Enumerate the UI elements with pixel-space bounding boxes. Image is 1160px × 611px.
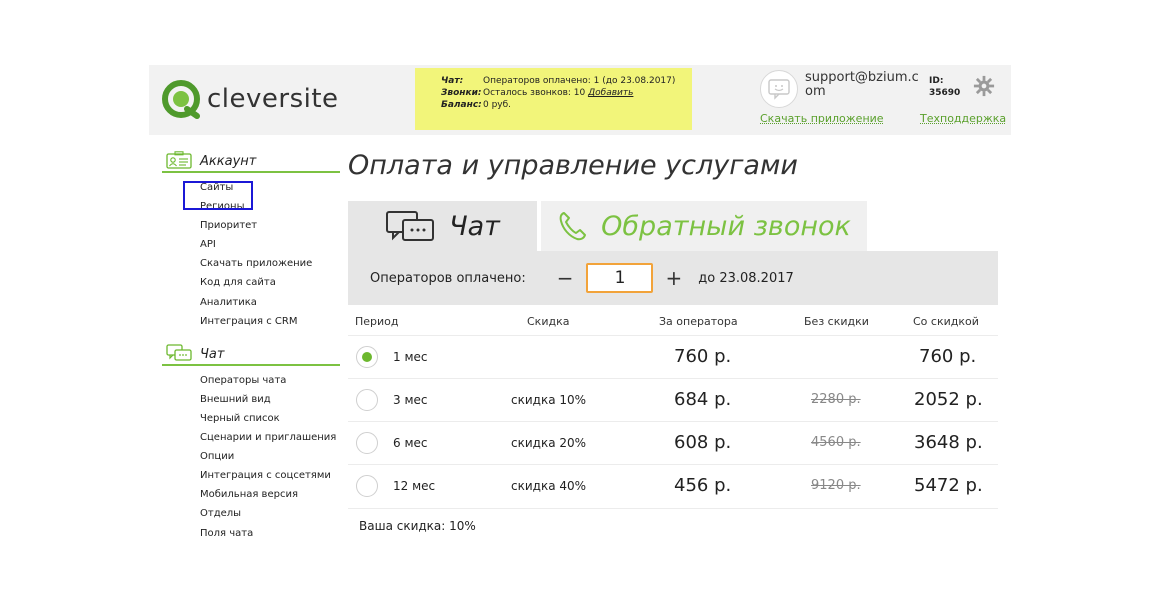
increase-button[interactable]: + <box>665 266 682 290</box>
row-without-discount: 9120 р. <box>811 478 861 493</box>
add-calls-link[interactable]: Добавить <box>588 87 633 99</box>
table-divider <box>348 464 998 465</box>
operators-bar: Операторов оплачено: − 1 + до 23.08.2017 <box>348 251 998 305</box>
period-radio-12-months[interactable] <box>356 475 378 497</box>
sidebar-item-social-integration[interactable]: Интеграция с соцсетями <box>200 466 340 485</box>
period-radio-1-month[interactable] <box>356 346 378 368</box>
sidebar: Аккаунт Сайты Регионы Приоритет API Скач… <box>162 147 340 547</box>
sidebar-item-chat-fields[interactable]: Поля чата <box>200 524 340 543</box>
avatar[interactable] <box>760 70 798 108</box>
sidebar-item-appearance[interactable]: Внешний вид <box>200 390 340 409</box>
chat-bubbles-icon <box>166 344 192 361</box>
row-per-operator: 608 р. <box>674 432 732 453</box>
sidebar-item-crm-integration[interactable]: Интеграция с CRM <box>200 312 340 331</box>
sidebar-item-mobile-version[interactable]: Мобильная версия <box>200 485 340 504</box>
row-per-operator: 684 р. <box>674 389 732 410</box>
avatar-placeholder-icon <box>768 79 790 100</box>
sidebar-item-departments[interactable]: Отделы <box>200 504 340 523</box>
row-without-discount: 4560 р. <box>811 435 861 450</box>
tab-chat[interactable]: Чат <box>348 201 537 251</box>
cleversite-logo-icon <box>162 80 200 119</box>
row-period: 1 мес <box>393 350 428 364</box>
sidebar-section-chat: Чат <box>162 340 340 366</box>
period-radio-3-months[interactable] <box>356 389 378 411</box>
sidebar-item-blacklist[interactable]: Черный список <box>200 409 340 428</box>
row-period: 6 мес <box>393 436 428 450</box>
notice-calls-text: Осталось звонков: 10 <box>483 88 586 98</box>
period-radio-6-months[interactable] <box>356 432 378 454</box>
sidebar-item-analytics[interactable]: Аналитика <box>200 293 340 312</box>
tab-callback-label: Обратный звонок <box>601 210 851 242</box>
sidebar-account-title[interactable]: Аккаунт <box>200 154 256 171</box>
row-with-discount: 760 р. <box>919 346 977 367</box>
row-with-discount: 3648 р. <box>914 432 983 453</box>
notice-balance-text: 0 руб. <box>483 100 512 110</box>
decrease-button[interactable]: − <box>557 266 574 290</box>
notice-balance-label: Баланс: <box>441 100 482 110</box>
paid-until-text: до 23.08.2017 <box>698 270 794 286</box>
row-per-operator: 760 р. <box>674 346 732 367</box>
column-with-discount: Со скидкой <box>913 315 979 328</box>
operators-quantity-input[interactable]: 1 <box>586 263 654 293</box>
user-id-value: 35690 <box>929 88 961 98</box>
support-link[interactable]: Техподдержка <box>920 112 1006 125</box>
table-divider <box>348 335 998 336</box>
table-divider <box>348 421 998 422</box>
logo[interactable]: cleversite <box>161 71 339 127</box>
notice-calls-label: Звонки: <box>441 88 482 98</box>
row-discount: скидка 40% <box>511 479 587 493</box>
row-with-discount: 5472 р. <box>914 475 983 496</box>
account-card-icon <box>166 151 192 169</box>
user-id: ID: 35690 <box>929 75 960 99</box>
sidebar-item-priority[interactable]: Приоритет <box>200 216 340 235</box>
tab-chat-label: Чат <box>449 210 500 242</box>
settings-gear-icon[interactable] <box>973 75 995 97</box>
notice-chat-text: Операторов оплачено: 1 (до 23.08.2017) <box>483 76 676 86</box>
sidebar-item-scenarios[interactable]: Сценарии и приглашения <box>200 428 340 447</box>
chat-menu: Операторы чата Внешний вид Черный список… <box>200 371 340 543</box>
sidebar-chat-title[interactable]: Чат <box>200 347 224 364</box>
sidebar-item-download-app[interactable]: Скачать приложение <box>200 254 340 273</box>
user-email: support@bzium.com <box>805 70 919 99</box>
table-divider <box>348 378 998 379</box>
sidebar-item-api[interactable]: API <box>200 235 340 254</box>
row-without-discount: 2280 р. <box>811 392 861 407</box>
column-period: Период <box>355 315 399 328</box>
row-period: 3 мес <box>393 393 428 407</box>
sidebar-item-options[interactable]: Опции <box>200 447 340 466</box>
tab-callback[interactable]: Обратный звонок <box>541 201 867 251</box>
sidebar-item-site-code[interactable]: Код для сайта <box>200 273 340 292</box>
row-period: 12 мес <box>393 479 436 493</box>
sidebar-item-chat-operators[interactable]: Операторы чата <box>200 371 340 390</box>
header: cleversite Чат: Операторов оплачено: 1 (… <box>149 65 1011 135</box>
table-divider <box>348 508 998 509</box>
sidebar-section-account: Аккаунт <box>162 147 340 173</box>
row-per-operator: 456 р. <box>674 475 732 496</box>
highlight-box <box>183 181 253 210</box>
row-discount: скидка 20% <box>511 436 587 450</box>
row-discount: скидка 10% <box>511 393 587 407</box>
user-id-label: ID: <box>929 76 944 86</box>
chat-tab-icon <box>386 211 435 241</box>
account-notice: Чат: Операторов оплачено: 1 (до 23.08.20… <box>415 68 692 130</box>
column-per-operator: За оператора <box>659 315 738 328</box>
notice-chat-label: Чат: <box>441 76 464 86</box>
download-app-link[interactable]: Скачать приложение <box>760 112 884 125</box>
phone-icon <box>559 212 587 241</box>
operators-label: Операторов оплачено: <box>370 270 526 286</box>
column-without-discount: Без скидки <box>804 315 869 328</box>
page-title: Оплата и управление услугами <box>348 150 798 181</box>
your-discount-text: Ваша скидка: 10% <box>359 519 476 533</box>
logo-text: cleversite <box>207 84 339 114</box>
column-discount: Скидка <box>527 315 570 328</box>
row-with-discount: 2052 р. <box>914 389 983 410</box>
